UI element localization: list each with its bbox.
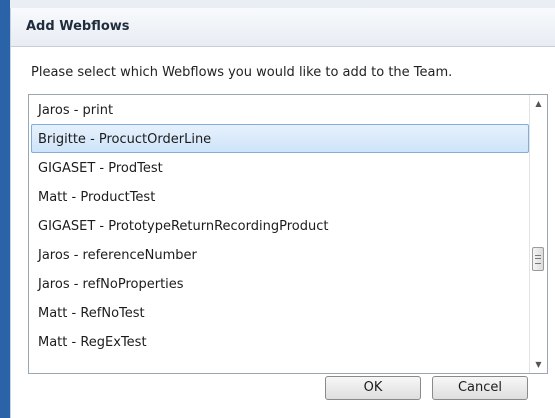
vertical-scrollbar[interactable]: ▲ ▼ <box>529 95 547 373</box>
dialog-titlebar: Add Webflows <box>11 8 555 47</box>
list-item[interactable]: Jaros - referenceNumber <box>31 240 529 269</box>
cancel-button[interactable]: Cancel <box>432 376 528 400</box>
list-item[interactable]: GIGASET - PrototypeReturnRecordingProduc… <box>31 211 529 240</box>
scroll-thumb[interactable] <box>532 247 544 271</box>
dialog-title: Add Webflows <box>26 19 130 34</box>
webflows-list: Jaros - print Brigitte - ProcuctOrderLine… <box>29 95 531 373</box>
left-accent-bar <box>0 0 10 418</box>
list-item[interactable]: Jaros - refNoProperties <box>31 269 529 298</box>
scroll-up-icon[interactable]: ▲ <box>530 95 547 112</box>
page: Add Webflows Please select which Webflow… <box>0 0 555 418</box>
webflows-listbox[interactable]: Jaros - print Brigitte - ProcuctOrderLine… <box>28 94 548 374</box>
list-item[interactable]: GIGASET - ProdTest <box>31 153 529 182</box>
list-item[interactable]: Matt - RegExTest <box>31 327 529 356</box>
list-item[interactable]: Matt - ProductTest <box>31 182 529 211</box>
add-webflows-dialog: Add Webflows Please select which Webflow… <box>10 8 555 418</box>
grip-icon <box>535 255 541 264</box>
ok-button[interactable]: OK <box>325 376 421 400</box>
list-item[interactable]: Jaros - print <box>31 95 529 124</box>
list-item[interactable]: Matt - RefNoTest <box>31 298 529 327</box>
background-window <box>0 0 555 8</box>
list-item[interactable]: Brigitte - ProcuctOrderLine <box>31 124 529 153</box>
dialog-prompt: Please select which Webflows you would l… <box>31 65 453 80</box>
scroll-down-icon[interactable]: ▼ <box>530 356 547 373</box>
